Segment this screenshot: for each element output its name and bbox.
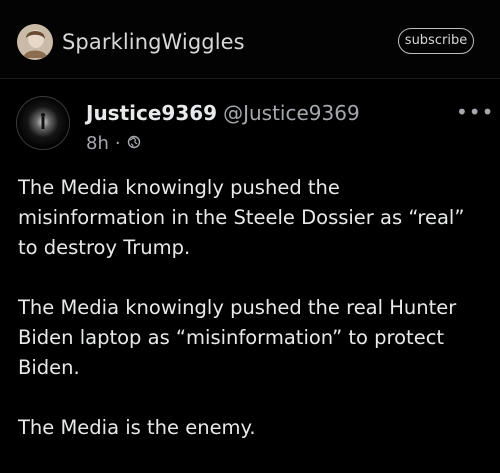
author-line: Justice9369 @Justice9369 [86, 101, 360, 125]
top-bar: SparklingWiggles subscribe [0, 0, 500, 79]
post-meta: 8h · [86, 133, 141, 154]
post-card: Justice9369 @Justice9369 8h · ••• The Med… [0, 79, 500, 439]
author-avatar[interactable] [16, 96, 70, 150]
channel-avatar[interactable] [17, 24, 53, 60]
author-handle[interactable]: @Justice9369 [223, 101, 360, 125]
post-body: The Media knowingly pushed the misinform… [18, 173, 488, 473]
channel-avatar-image [17, 24, 53, 60]
author-avatar-image [17, 97, 69, 149]
post-time: 8h [86, 133, 109, 154]
post-paragraph: The Media is the enemy. [18, 416, 256, 439]
post-paragraph: The Media knowingly pushed the real Hunt… [18, 296, 457, 379]
subscribe-button[interactable]: subscribe [398, 28, 474, 54]
post-paragraph: The Media knowingly pushed the misinform… [18, 176, 465, 259]
more-options-button[interactable]: ••• [456, 102, 494, 122]
meta-separator: · [114, 133, 121, 154]
channel-name[interactable]: SparklingWiggles [62, 30, 245, 54]
author-name[interactable]: Justice9369 [86, 101, 217, 125]
globe-icon [127, 133, 141, 154]
